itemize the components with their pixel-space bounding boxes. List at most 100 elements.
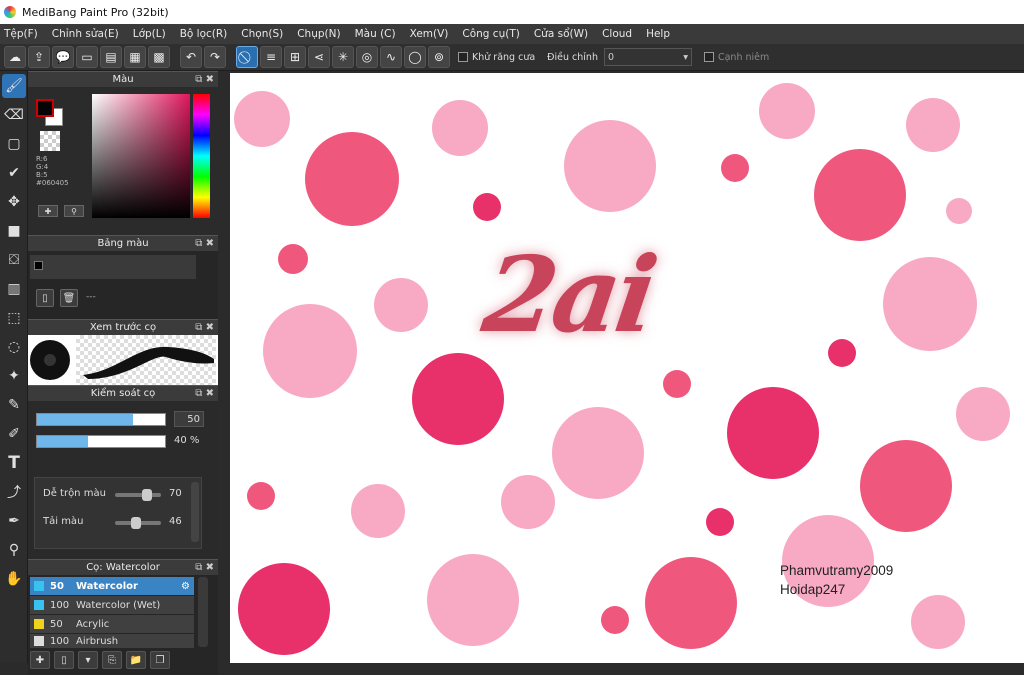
message-icon[interactable]: ▭ <box>76 46 98 68</box>
brush-list-scrollbar[interactable] <box>198 577 208 647</box>
circle-snap-icon[interactable]: ◎ <box>356 46 378 68</box>
foreground-color-swatch[interactable] <box>36 99 54 117</box>
radial-line-icon[interactable]: ✳ <box>332 46 354 68</box>
menu-color[interactable]: Màu (C) <box>355 28 396 40</box>
canvas-circle <box>374 278 428 332</box>
adjust-select[interactable]: 0 ▾ <box>603 48 692 66</box>
duplicate-icon[interactable]: ❐ <box>150 651 170 669</box>
redo-icon[interactable]: ↷ <box>204 46 226 68</box>
saturation-value-picker[interactable] <box>92 94 190 218</box>
divide-tool-icon[interactable]: ✒ <box>2 509 26 533</box>
snap-off-icon[interactable]: ⃠ <box>236 46 258 68</box>
check-tool-icon[interactable]: ✔ <box>2 161 26 185</box>
panel-close-icon[interactable]: ⧉ ✖ <box>195 388 214 399</box>
concentric-snap-icon[interactable]: ⊚ <box>428 46 450 68</box>
canvas-circle <box>759 83 815 139</box>
ellipse-snap-icon[interactable]: ◯ <box>404 46 426 68</box>
grid-icon[interactable]: ▩ <box>148 46 170 68</box>
panel-close-icon[interactable]: ⧉ ✖ <box>195 74 214 85</box>
gradient-tool-icon[interactable]: ▥ <box>2 277 26 301</box>
hue-slider[interactable] <box>193 94 210 218</box>
canvas-circle <box>263 304 357 398</box>
select-eraser-icon[interactable]: ✐ <box>2 422 26 446</box>
document-icon[interactable]: ▤ <box>100 46 122 68</box>
canvas-circle <box>860 440 952 532</box>
dot-tool-icon[interactable]: ▢ <box>2 132 26 156</box>
reload-slider[interactable] <box>115 517 161 529</box>
text-tool-icon[interactable]: T <box>2 451 26 475</box>
trash-icon[interactable]: 🗑 <box>60 289 78 307</box>
curve-snap-icon[interactable]: ∿ <box>380 46 402 68</box>
drawing-canvas[interactable]: 2ai Phamvutramy2009 Hoidap247 <box>230 73 1024 663</box>
menu-help[interactable]: Help <box>646 28 670 40</box>
comment-icon[interactable]: 💬 <box>52 46 74 68</box>
brush-item-airbrush[interactable]: 100 Airbrush <box>30 634 194 648</box>
new-brush-icon[interactable]: ▯ <box>54 651 74 669</box>
gear-icon[interactable]: ⚙ <box>181 581 190 592</box>
menu-tools[interactable]: Công cụ(T) <box>462 28 519 40</box>
brush-opacity-slider[interactable] <box>36 435 166 448</box>
brush-size-value[interactable]: 50 <box>174 411 204 427</box>
color-add-icon[interactable]: ✚ <box>38 205 58 217</box>
canvas-circle <box>727 387 819 479</box>
radial-snap-icon[interactable]: ⋖ <box>308 46 330 68</box>
select-pen-icon[interactable]: ✎ <box>2 393 26 417</box>
menu-file[interactable]: Tệp(F) <box>4 28 38 40</box>
add-brush-icon[interactable]: ✚ <box>30 651 50 669</box>
brush-tool-icon[interactable]: 🖌 <box>2 74 26 98</box>
menu-snap[interactable]: Chụp(N) <box>297 28 340 40</box>
page-icon[interactable]: ▦ <box>124 46 146 68</box>
copy-brush-icon[interactable]: ⎘ <box>102 651 122 669</box>
canvas-circle <box>432 100 488 156</box>
upload-icon[interactable]: ⇪ <box>28 46 50 68</box>
folder-icon[interactable]: 📁 <box>126 651 146 669</box>
menu-view[interactable]: Xem(V) <box>410 28 449 40</box>
app-logo-icon <box>4 6 16 18</box>
brush-control-header: Kiểm soát cọ ⧉ ✖ <box>28 385 218 401</box>
operation-tool-icon[interactable]: ⤴ <box>2 480 26 504</box>
eyedropper-small-icon[interactable]: ⚲ <box>64 205 84 217</box>
brush-name: Airbrush <box>76 635 119 647</box>
menu-window[interactable]: Cửa sổ(W) <box>534 28 588 40</box>
fill-tool-icon[interactable]: ⛋ <box>2 248 26 272</box>
magic-wand-icon[interactable]: ✦ <box>2 364 26 388</box>
move-tool-icon[interactable]: ✥ <box>2 190 26 214</box>
mix-scrollbar[interactable] <box>191 482 199 542</box>
new-palette-icon[interactable]: ▯ <box>36 289 54 307</box>
transparent-color-swatch[interactable] <box>40 131 60 151</box>
brush-size: 50 <box>50 618 63 630</box>
undo-icon[interactable]: ↶ <box>180 46 202 68</box>
menu-select[interactable]: Chọn(S) <box>241 28 283 40</box>
select-tool-icon[interactable]: ⬚ <box>2 306 26 330</box>
panel-close-icon[interactable]: ⧉ ✖ <box>195 238 214 249</box>
brush-preview <box>28 335 218 385</box>
menu-edit[interactable]: Chỉnh sửa(E) <box>52 28 119 40</box>
brush-item-watercolor-wet[interactable]: 100 Watercolor (Wet) <box>30 596 194 614</box>
menu-cloud[interactable]: Cloud <box>602 28 632 40</box>
brush-size-slider[interactable] <box>36 413 166 426</box>
grid-snap-icon[interactable]: ⊞ <box>284 46 306 68</box>
canvas-circle <box>645 557 737 649</box>
hand-tool-icon[interactable]: ✋ <box>2 567 26 591</box>
lasso-tool-icon[interactable]: ◌ <box>2 335 26 359</box>
palette-dash: --- <box>86 292 96 302</box>
menu-filter[interactable]: Bộ lọc(R) <box>180 28 228 40</box>
eraser-tool-icon[interactable]: ⌫ <box>2 103 26 127</box>
brush-item-acrylic[interactable]: 50 Acrylic <box>30 615 194 633</box>
shape-tool-icon[interactable]: ■ <box>2 219 26 243</box>
blend-slider[interactable] <box>115 489 161 501</box>
panel-close-icon[interactable]: ⧉ ✖ <box>195 562 214 573</box>
panel-close-icon[interactable]: ⧉ ✖ <box>195 322 214 333</box>
cloud-icon[interactable]: ☁ <box>4 46 26 68</box>
menu-layer[interactable]: Lớp(L) <box>133 28 166 40</box>
brush-control-title: Kiểm soát cọ <box>90 388 156 399</box>
palette-swatch[interactable] <box>34 261 43 270</box>
antialias-checkbox[interactable] <box>458 52 468 62</box>
eyedropper-icon[interactable]: ⚲ <box>2 538 26 562</box>
brush-options-icon[interactable]: ▾ <box>78 651 98 669</box>
color-panel-title: Màu <box>112 74 134 85</box>
brush-item-watercolor[interactable]: 50 Watercolor ⚙ <box>30 577 194 595</box>
edge-checkbox[interactable] <box>703 52 714 62</box>
parallel-snap-icon[interactable]: ≡ <box>260 46 282 68</box>
canvas-circle <box>601 606 629 634</box>
